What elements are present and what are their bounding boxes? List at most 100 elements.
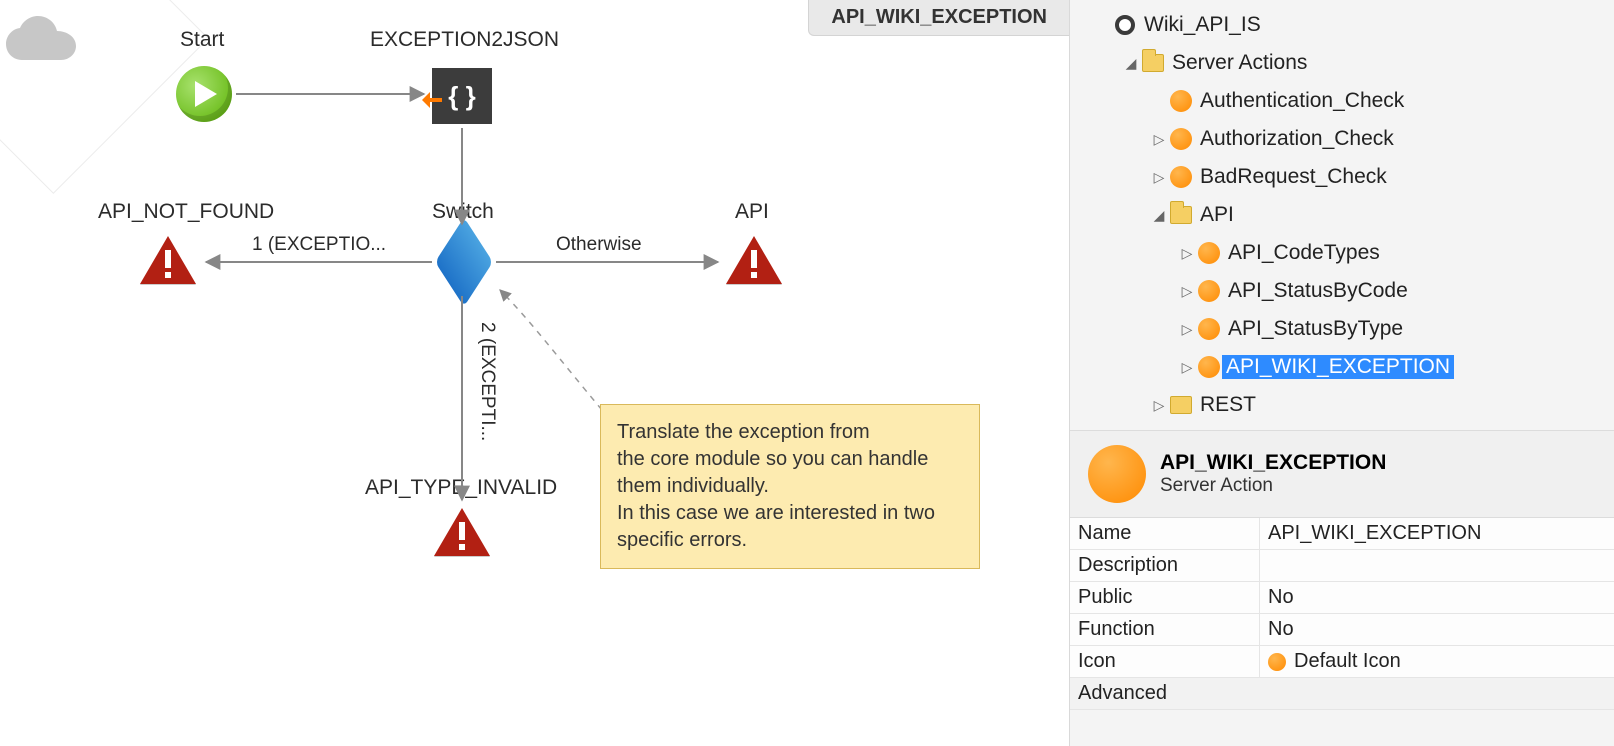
property-key: Description [1070,550,1260,581]
action-icon [1268,653,1286,671]
hexagon-icon [435,217,493,306]
tree-item-api-statusbycode[interactable]: ▷ API_StatusByCode [1074,272,1610,310]
tree-label: API_WIKI_EXCEPTION [1222,355,1454,379]
property-section-advanced[interactable]: Advanced [1070,678,1614,710]
tree-item-authentication-check[interactable]: Authentication_Check [1074,82,1610,120]
twisty-down-icon[interactable]: ◢ [1150,207,1168,224]
twisty-down-icon[interactable]: ◢ [1122,55,1140,72]
twisty-right-icon[interactable]: ▷ [1178,321,1196,338]
type-invalid-label: API_TYPE_INVALID [365,476,557,500]
right-panel: Wiki_API_IS ◢ Server Actions Authenticat… [1069,0,1614,746]
json-action-label: EXCEPTION2JSON [370,28,559,52]
property-value-text: Default Icon [1294,650,1401,673]
property-row-function[interactable]: Function No [1070,614,1614,646]
folder-open-icon [1170,206,1192,224]
folder-open-icon [1142,54,1164,72]
twisty-right-icon[interactable]: ▷ [1178,359,1196,376]
action-icon [1198,318,1220,340]
api-exception-label: API [735,200,769,224]
twisty-right-icon[interactable]: ▷ [1150,397,1168,414]
tree-module[interactable]: Wiki_API_IS [1074,6,1610,44]
tree-label: Authentication_Check [1194,89,1404,113]
twisty-right-icon[interactable]: ▷ [1178,283,1196,300]
warning-icon [140,236,196,284]
flow-canvas[interactable]: API_WIKI_EXCEPTION Start EXCEPTION2JSON … [0,0,1069,746]
cloud-corner [0,0,134,94]
tree-label: API_CodeTypes [1222,241,1380,265]
api-exception-node[interactable] [726,236,782,284]
module-tree[interactable]: Wiki_API_IS ◢ Server Actions Authenticat… [1070,0,1614,430]
property-value[interactable]: No [1260,582,1614,613]
note-line: specific errors. [617,527,963,554]
arrow-left-icon [422,86,442,117]
tree-item-authorization-check[interactable]: ▷ Authorization_Check [1074,120,1610,158]
api-type-invalid-node[interactable] [434,508,490,556]
tree-label: Wiki_API_IS [1138,13,1261,37]
play-icon [176,66,232,122]
action-icon [1198,280,1220,302]
warning-icon [726,236,782,284]
flow-edges [0,0,1069,746]
tree-label: API_StatusByType [1222,317,1403,341]
property-key: Icon [1070,646,1260,677]
tree-label: BadRequest_Check [1194,165,1387,189]
action-icon [1088,445,1146,503]
not-found-label: API_NOT_FOUND [98,200,274,224]
start-label: Start [180,28,224,52]
module-icon [1115,15,1135,35]
properties-grid: Name API_WIKI_EXCEPTION Description Publ… [1070,518,1614,710]
tree-label: API_StatusByCode [1222,279,1408,303]
note-line: In this case we are interested in two [617,500,963,527]
property-row-name[interactable]: Name API_WIKI_EXCEPTION [1070,518,1614,550]
flow-title-tab: API_WIKI_EXCEPTION [808,0,1069,36]
property-value[interactable]: Default Icon [1260,646,1614,677]
tree-item-badrequest-check[interactable]: ▷ BadRequest_Check [1074,158,1610,196]
comment-note[interactable]: Translate the exception from the core mo… [600,404,980,569]
action-icon [1198,242,1220,264]
flow-title: API_WIKI_EXCEPTION [831,6,1047,28]
action-icon [1170,128,1192,150]
property-value[interactable]: No [1260,614,1614,645]
tree-folder-api[interactable]: ◢ API [1074,196,1610,234]
switch-node[interactable] [438,236,490,288]
edge-label-otherwise: Otherwise [556,234,642,256]
exception2json-node[interactable]: { } [432,68,492,124]
note-line: the core module so you can handle [617,446,963,473]
tree-label: Server Actions [1166,51,1307,75]
action-icon [1198,356,1220,378]
note-line: Translate the exception from [617,419,963,446]
properties-subtitle: Server Action [1160,475,1386,497]
property-row-public[interactable]: Public No [1070,582,1614,614]
twisty-right-icon[interactable]: ▷ [1150,131,1168,148]
tree-item-api-wiki-exception[interactable]: ▷ API_WIKI_EXCEPTION [1074,348,1610,386]
note-line: them individually. [617,473,963,500]
json-icon: { } [432,68,492,124]
property-key: Name [1070,518,1260,549]
twisty-right-icon[interactable]: ▷ [1178,245,1196,262]
tree-label: API [1194,203,1234,227]
tree-server-actions[interactable]: ◢ Server Actions [1074,44,1610,82]
properties-header: API_WIKI_EXCEPTION Server Action [1070,430,1614,518]
tree-item-api-statusbytype[interactable]: ▷ API_StatusByType [1074,310,1610,348]
warning-icon [434,508,490,556]
edge-label-1: 1 (EXCEPTIO... [252,234,386,256]
start-node[interactable] [176,66,232,122]
tree-label: REST [1194,393,1256,417]
tree-folder-rest[interactable]: ▷ REST [1074,386,1610,424]
api-not-found-node[interactable] [140,236,196,284]
folder-icon [1170,396,1192,414]
tree-item-api-codetypes[interactable]: ▷ API_CodeTypes [1074,234,1610,272]
action-icon [1170,90,1192,112]
property-value[interactable] [1260,550,1614,581]
property-value[interactable]: API_WIKI_EXCEPTION [1260,518,1614,549]
property-section-label: Advanced [1070,678,1614,709]
action-icon [1170,166,1192,188]
property-key: Function [1070,614,1260,645]
property-key: Public [1070,582,1260,613]
tree-label: Authorization_Check [1194,127,1394,151]
properties-title: API_WIKI_EXCEPTION [1160,451,1386,475]
property-row-description[interactable]: Description [1070,550,1614,582]
property-row-icon[interactable]: Icon Default Icon [1070,646,1614,678]
edge-label-2: 2 (EXCEPTI... [476,322,498,441]
twisty-right-icon[interactable]: ▷ [1150,169,1168,186]
